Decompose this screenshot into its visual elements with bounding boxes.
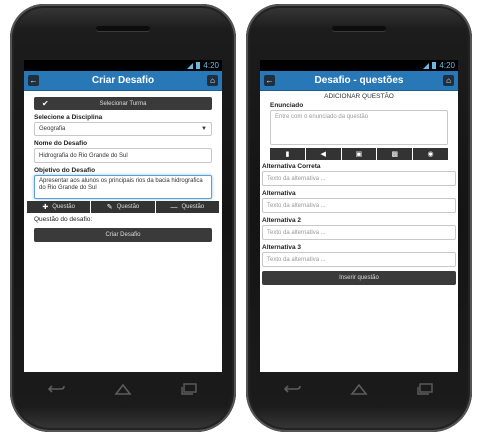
edit-question-button[interactable]: ✎ Questão bbox=[91, 201, 155, 213]
enunciado-placeholder: Entre com o enunciado da questão bbox=[275, 114, 369, 120]
alt-correta-label: Alternativa Correta bbox=[262, 163, 321, 170]
battery-icon bbox=[196, 62, 201, 69]
minus-icon: — bbox=[170, 203, 178, 211]
question-toolbar: ✚ Questão ✎ Questão — Questão bbox=[27, 201, 219, 213]
alt-correta-input[interactable]: Texto da alternativa ... bbox=[262, 171, 456, 186]
nome-value: Hidrografia do Rio Grande do Sul bbox=[39, 152, 128, 159]
android-nav-bar bbox=[260, 376, 458, 402]
nav-home-icon[interactable] bbox=[348, 383, 370, 395]
settings-icon: ◉ bbox=[427, 151, 434, 158]
video-button[interactable]: ▮ bbox=[270, 148, 305, 160]
document-button[interactable]: ▩ bbox=[377, 148, 413, 160]
screen-desafio-questoes: 4:20 ← Desafio - questões ⌂ ADICIONAR QU… bbox=[260, 60, 458, 372]
nav-back-icon[interactable] bbox=[46, 383, 68, 395]
inserir-questao-button[interactable]: Inserir questão bbox=[262, 271, 456, 285]
check-icon: ✔ bbox=[42, 99, 49, 108]
screen-criar-desafio: 4:20 ← Criar Desafio ⌂ ✔ Selecionar Turm… bbox=[24, 60, 222, 372]
alt3-input[interactable]: Texto da alternativa ... bbox=[262, 252, 456, 267]
back-arrow-icon[interactable]: ← bbox=[264, 75, 275, 86]
enunciado-label: Enunciado bbox=[270, 102, 304, 109]
objetivo-textarea[interactable]: Apresentar aos alunos os principais rios… bbox=[34, 175, 212, 199]
page-title: Desafio - questões bbox=[314, 75, 404, 86]
alt-label: Alternativa bbox=[262, 190, 296, 197]
phone-speaker bbox=[332, 26, 386, 31]
remove-question-label: Questão bbox=[181, 204, 205, 210]
phone-speaker bbox=[96, 26, 150, 31]
criar-desafio-label: Criar Desafio bbox=[105, 232, 141, 238]
video-icon: ▮ bbox=[285, 151, 290, 158]
status-bar: 4:20 bbox=[24, 60, 222, 71]
alt-input[interactable]: Texto da alternativa ... bbox=[262, 198, 456, 213]
pencil-icon: ✎ bbox=[106, 204, 113, 211]
alt3-placeholder: Texto da alternativa ... bbox=[267, 256, 326, 263]
disciplina-value: Geografia bbox=[39, 126, 66, 132]
alt2-placeholder: Texto da alternativa ... bbox=[267, 229, 326, 236]
signal-icon bbox=[187, 62, 194, 69]
audio-icon: ◀ bbox=[320, 151, 326, 158]
status-time: 4:20 bbox=[203, 61, 219, 70]
alt2-input[interactable]: Texto da alternativa ... bbox=[262, 225, 456, 240]
nav-recent-icon[interactable] bbox=[178, 383, 200, 395]
media-toolbar: ▮ ◀ ▣ ▩ ◉ bbox=[270, 148, 448, 160]
select-turma-button[interactable]: ✔ Selecionar Turma bbox=[34, 97, 212, 110]
enunciado-textarea[interactable]: Entre com o enunciado da questão bbox=[270, 110, 448, 145]
image-button[interactable]: ▣ bbox=[341, 148, 377, 160]
objetivo-value: Apresentar aos alunos os principais rios… bbox=[39, 178, 203, 191]
home-icon[interactable]: ⌂ bbox=[207, 75, 218, 86]
home-icon[interactable]: ⌂ bbox=[443, 75, 454, 86]
audio-button[interactable]: ◀ bbox=[305, 148, 341, 160]
plus-icon: ✚ bbox=[42, 204, 49, 211]
image-icon: ▣ bbox=[355, 151, 363, 158]
add-question-button[interactable]: ✚ Questão bbox=[27, 201, 91, 213]
battery-icon bbox=[432, 62, 437, 69]
alt2-label: Alternativa 2 bbox=[262, 217, 302, 224]
section-title: ADICIONAR QUESTÃO bbox=[324, 93, 394, 100]
app-bar: ← Criar Desafio ⌂ bbox=[24, 71, 222, 91]
criar-desafio-button[interactable]: Criar Desafio bbox=[34, 228, 212, 242]
select-turma-label: Selecionar Turma bbox=[99, 100, 147, 107]
questao-label: Questão do desafio: bbox=[34, 216, 93, 223]
app-bar: ← Desafio - questões ⌂ bbox=[260, 71, 458, 91]
add-question-label: Questão bbox=[52, 204, 75, 210]
document-icon: ▩ bbox=[391, 151, 399, 158]
phone-left: 4:20 ← Criar Desafio ⌂ ✔ Selecionar Turm… bbox=[10, 4, 236, 432]
signal-icon bbox=[423, 62, 430, 69]
alt3-label: Alternativa 3 bbox=[262, 244, 302, 251]
nav-back-icon[interactable] bbox=[282, 383, 304, 395]
nome-label: Nome do Desafio bbox=[34, 140, 88, 147]
nav-recent-icon[interactable] bbox=[414, 383, 436, 395]
edit-question-label: Questão bbox=[116, 204, 140, 210]
disciplina-label: Selecione a Disciplina bbox=[34, 114, 103, 121]
alt-correta-placeholder: Texto da alternativa ... bbox=[267, 175, 326, 182]
page-title: Criar Desafio bbox=[91, 75, 155, 86]
alt-placeholder: Texto da alternativa ... bbox=[267, 202, 326, 209]
back-arrow-icon[interactable]: ← bbox=[28, 75, 39, 86]
status-bar: 4:20 bbox=[260, 60, 458, 71]
phone-right: 4:20 ← Desafio - questões ⌂ ADICIONAR QU… bbox=[246, 4, 472, 432]
remove-question-button[interactable]: — Questão bbox=[155, 201, 219, 213]
disciplina-select[interactable]: Geografia ▼ bbox=[34, 122, 212, 136]
nome-input[interactable]: Hidrografia do Rio Grande do Sul bbox=[34, 148, 212, 163]
android-nav-bar bbox=[24, 376, 222, 402]
chevron-down-icon: ▼ bbox=[201, 126, 207, 132]
status-time: 4:20 bbox=[439, 61, 455, 70]
objetivo-label: Objetivo do Desafio bbox=[34, 167, 96, 174]
settings-button[interactable]: ◉ bbox=[413, 148, 448, 160]
inserir-questao-label: Inserir questão bbox=[339, 275, 379, 281]
nav-home-icon[interactable] bbox=[112, 383, 134, 395]
